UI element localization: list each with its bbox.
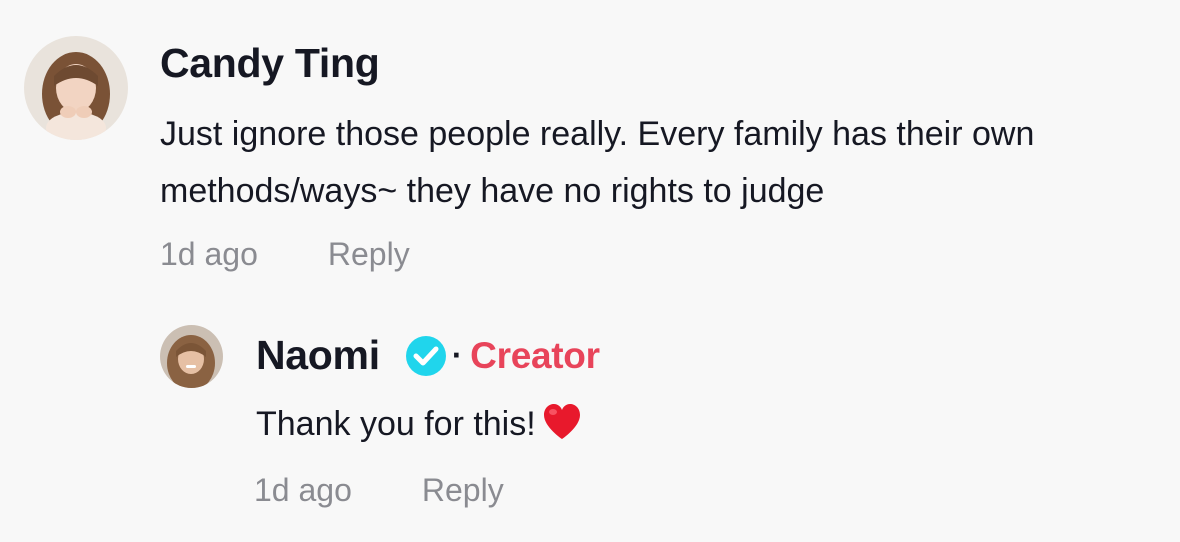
- comment-text: Just ignore those people really. Every f…: [160, 115, 1035, 210]
- reply-button[interactable]: Reply: [328, 236, 410, 272]
- comment-author[interactable]: Candy Ting: [160, 40, 380, 87]
- reply-author-row: Naomi · Creator: [256, 332, 600, 379]
- comment-timestamp: 1d ago: [160, 236, 258, 272]
- reply-author[interactable]: Naomi: [256, 332, 380, 379]
- reply-text-row: Thank you for this!: [256, 396, 582, 459]
- avatar-image: [160, 325, 223, 388]
- avatar-image: [24, 36, 128, 140]
- avatar[interactable]: [160, 325, 223, 388]
- creator-badge: Creator: [470, 334, 600, 376]
- reply-text: Thank you for this!: [256, 405, 536, 443]
- verified-check-icon: [404, 334, 448, 378]
- reply-timestamp: 1d ago: [254, 472, 352, 508]
- avatar[interactable]: [24, 36, 128, 140]
- reply-meta: 1d ago Reply: [254, 472, 504, 509]
- separator-dot: ·: [451, 337, 463, 373]
- reply-button[interactable]: Reply: [422, 472, 504, 508]
- comment-meta: 1d ago Reply: [160, 236, 410, 273]
- red-heart-icon: [542, 402, 582, 459]
